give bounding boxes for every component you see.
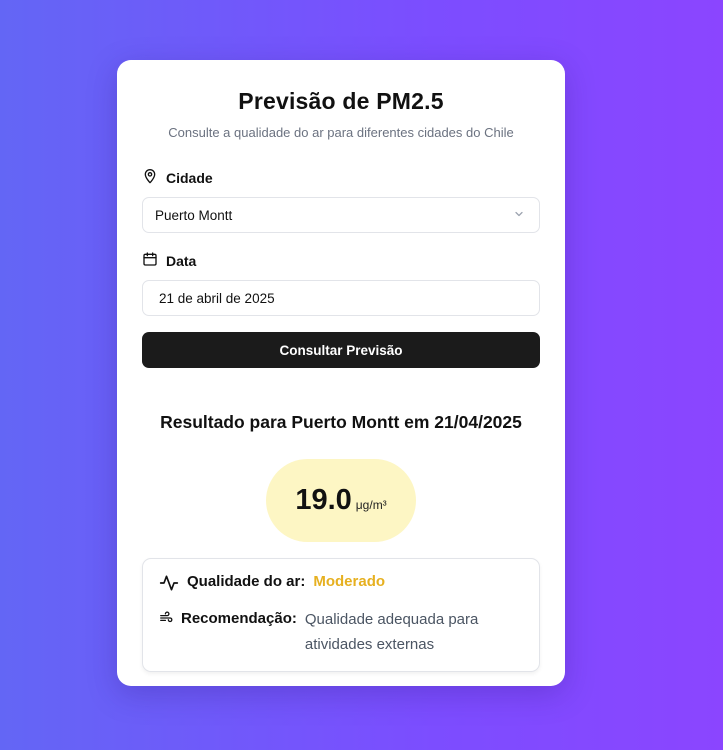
- air-quality-label: Qualidade do ar:: [187, 573, 306, 590]
- recommendation-row: Recomendação: Qualidade adequada para at…: [159, 607, 523, 657]
- city-select-value: Puerto Montt: [155, 207, 233, 223]
- pm-value-badge: 19.0 μg/m³: [266, 459, 416, 542]
- date-label-text: Data: [166, 252, 197, 269]
- page-subtitle: Consulte a qualidade do ar para diferent…: [168, 125, 514, 140]
- date-input[interactable]: [142, 280, 540, 316]
- wind-icon: [159, 607, 173, 630]
- calendar-icon: [142, 251, 158, 270]
- activity-icon: [159, 573, 179, 598]
- pm-value: 19.0: [295, 484, 352, 516]
- result-title: Resultado para Puerto Montt em 21/04/202…: [160, 412, 522, 432]
- city-select[interactable]: Puerto Montt: [142, 197, 540, 233]
- pm-unit: μg/m³: [355, 498, 387, 512]
- forecast-card: Previsão de PM2.5 Consulte a qualidade d…: [117, 60, 565, 686]
- chevron-down-icon: [513, 208, 525, 223]
- map-pin-icon: [142, 168, 158, 187]
- recommendation-text: Qualidade adequada para atividades exter…: [304, 611, 479, 653]
- city-label-text: Cidade: [166, 169, 213, 186]
- air-quality-value: Moderado: [313, 573, 386, 590]
- recommendation-label: Recomendação:: [181, 610, 297, 627]
- page-title: Previsão de PM2.5: [238, 88, 444, 114]
- submit-button[interactable]: Consultar Previsão: [142, 332, 540, 368]
- result-info-box: Qualidade do ar: Moderado Recomendação: …: [142, 558, 540, 672]
- city-label: Cidade: [142, 168, 540, 187]
- date-label: Data: [142, 251, 540, 270]
- air-quality-row: Qualidade do ar: Moderado: [159, 573, 523, 598]
